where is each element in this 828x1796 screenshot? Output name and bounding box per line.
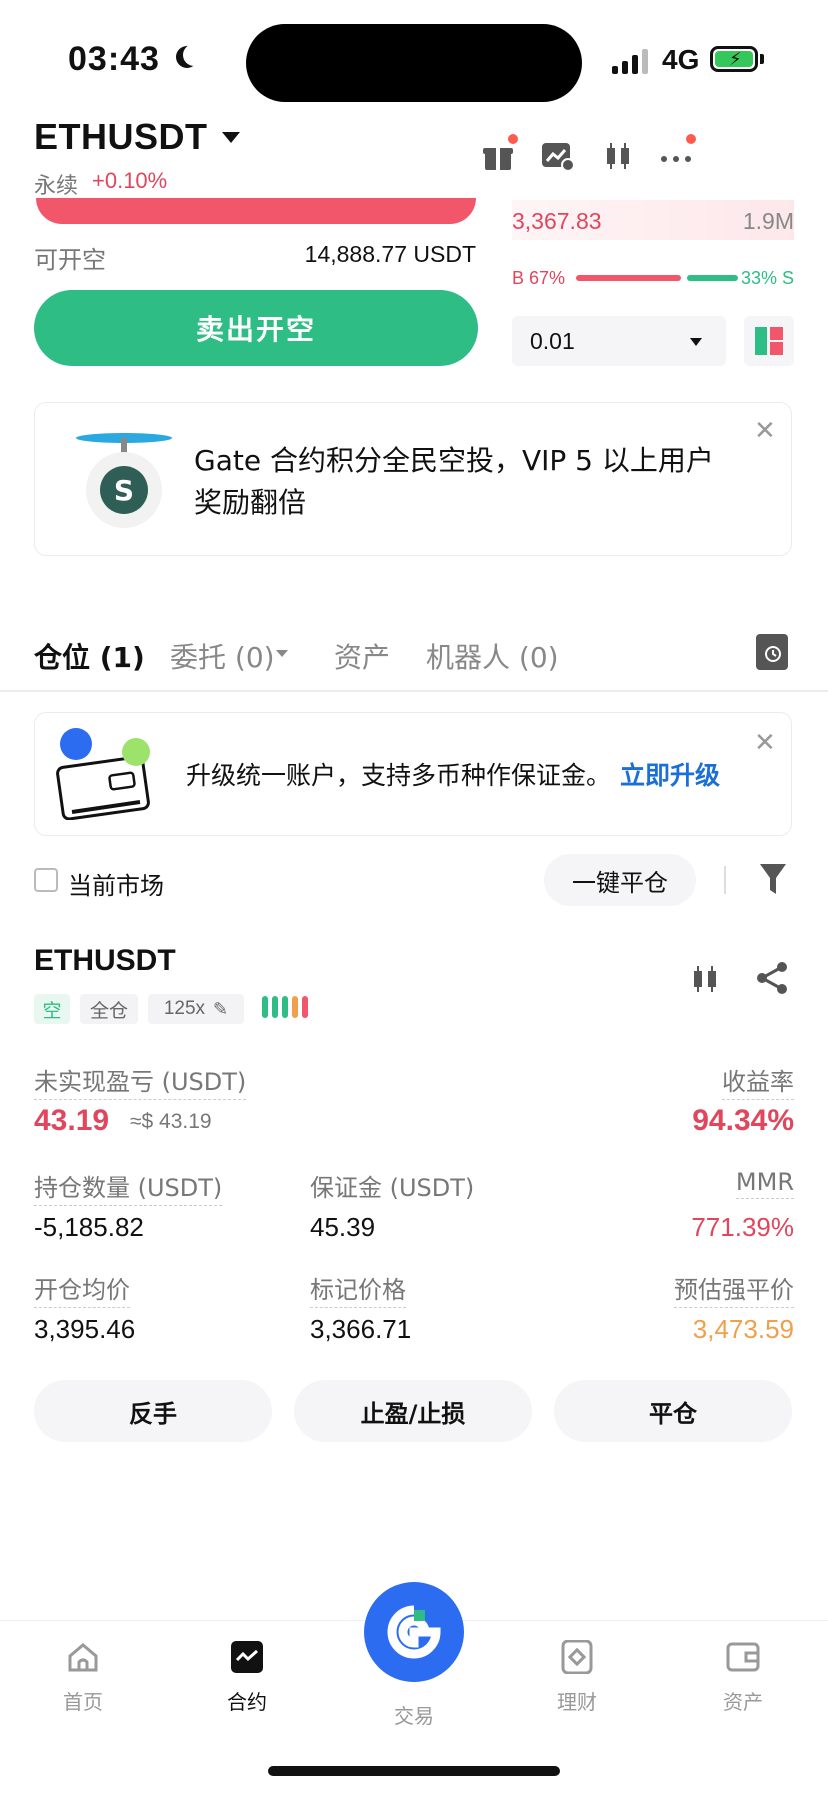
close-all-button[interactable]: 一键平仓 — [544, 854, 696, 906]
tab-orders[interactable]: 委托 (0) — [170, 636, 275, 676]
mmr-label: MMR — [735, 1168, 794, 1199]
gift-icon[interactable] — [478, 134, 518, 176]
unrealized-pnl-value: 43.19 — [34, 1104, 110, 1137]
mark-price-label: 标记价格 — [310, 1270, 406, 1308]
nav-finance-label: 理财 — [557, 1690, 597, 1714]
edit-pencil-icon: ✎ — [213, 998, 229, 1019]
close-icon[interactable]: ✕ — [754, 728, 776, 758]
status-time: 03:43 — [68, 40, 160, 78]
finance-icon — [561, 1640, 593, 1674]
contract-type: 永续 — [34, 174, 79, 199]
nav-finance[interactable]: 理财 — [522, 1640, 632, 1715]
dynamic-island — [246, 24, 582, 102]
roe-label: 收益率 — [722, 1062, 794, 1100]
depth-precision-value: 0.01 — [530, 328, 575, 354]
candlestick-icon[interactable] — [598, 136, 638, 176]
current-market-checkbox[interactable] — [34, 868, 58, 892]
margin-value: 45.39 — [310, 1212, 376, 1242]
mark-price-value: 3,366.71 — [310, 1314, 412, 1344]
liq-price-label: 预估强平价 — [674, 1270, 794, 1308]
futures-icon — [231, 1641, 263, 1673]
share-icon[interactable] — [754, 960, 790, 1000]
tp-sl-button[interactable]: 止盈/止损 — [294, 1380, 532, 1442]
size-value: -5,185.82 — [34, 1212, 144, 1242]
tab-assets[interactable]: 资产 — [334, 636, 390, 676]
reverse-button[interactable]: 反手 — [34, 1380, 272, 1442]
gate-logo-icon — [387, 1605, 441, 1659]
size-label: 持仓数量 (USDT) — [34, 1168, 223, 1206]
airdrop-mascot-icon: S — [64, 428, 184, 534]
sell-short-button[interactable]: 卖出开空 — [34, 290, 478, 366]
pair-selector[interactable]: ETHUSDT — [34, 116, 208, 158]
candlestick-icon[interactable] — [688, 962, 722, 1000]
nav-trade-label: 交易 — [394, 1704, 434, 1728]
nav-futures[interactable]: 合约 — [192, 1640, 302, 1715]
orderbook-volume: 1.9M — [742, 208, 794, 234]
separator — [724, 866, 726, 894]
chevron-down-icon[interactable] — [276, 650, 288, 657]
signal-icon — [612, 48, 652, 74]
battery-tip — [760, 54, 764, 64]
roe-value: 94.34% — [692, 1104, 794, 1137]
nav-home[interactable]: 首页 — [28, 1640, 138, 1715]
liq-price-value: 3,473.59 — [692, 1314, 794, 1344]
sell-ratio-bar — [687, 275, 738, 281]
unrealized-pnl-approx: ≈$ 43.19 — [130, 1110, 212, 1133]
entry-price-label: 开仓均价 — [34, 1270, 130, 1308]
available-label: 可开空 — [34, 246, 106, 274]
entry-price-value: 3,395.46 — [34, 1314, 136, 1344]
price-bar — [36, 198, 476, 224]
side-tag: 空 — [34, 994, 70, 1024]
upgrade-link[interactable]: 立即升级 — [620, 756, 720, 792]
position-pair[interactable]: ETHUSDT — [34, 944, 176, 978]
wallet-icon — [726, 1642, 760, 1672]
sell-ratio-label: 33% S — [740, 268, 794, 288]
home-indicator — [268, 1766, 560, 1776]
mmr-value: 771.39% — [691, 1212, 794, 1242]
unrealized-pnl-label: 未实现盈亏 (USDT) — [34, 1062, 247, 1100]
risk-level-indicator — [262, 996, 308, 1018]
tabs-divider — [0, 690, 828, 692]
available-value: 14,888.77 USDT — [304, 241, 476, 267]
wallet-illustration-icon — [54, 728, 164, 824]
chart-settings-icon[interactable] — [538, 136, 578, 176]
tab-positions[interactable]: 仓位 (1) — [34, 636, 145, 676]
nav-assets[interactable]: 资产 — [688, 1640, 798, 1715]
battery-icon: ⚡ — [710, 46, 758, 72]
more-icon[interactable] — [656, 134, 696, 176]
leverage-tag[interactable]: 125x ✎ — [148, 994, 244, 1024]
margin-mode-tag: 全仓 — [80, 994, 138, 1024]
trade-button[interactable] — [364, 1582, 464, 1682]
buy-ratio-bar — [576, 275, 681, 281]
history-document-icon[interactable] — [756, 634, 788, 670]
network-label: 4G — [662, 44, 700, 75]
upgrade-text: 升级统一账户，支持多币种作保证金。 — [186, 761, 612, 790]
close-position-button[interactable]: 平仓 — [554, 1380, 792, 1442]
moon-icon — [183, 44, 205, 66]
margin-label: 保证金 (USDT) — [310, 1174, 475, 1202]
current-market-label: 当前市场 — [68, 872, 164, 900]
svg-text:S: S — [114, 474, 134, 507]
promo-text: Gate 合约积分全民空投，VIP 5 以上用户奖励翻倍 — [194, 444, 714, 519]
nav-assets-label: 资产 — [723, 1690, 763, 1714]
filter-icon[interactable] — [758, 862, 788, 900]
price-change: +0.10% — [92, 168, 168, 193]
nav-home-label: 首页 — [63, 1690, 103, 1714]
chevron-down-icon[interactable] — [222, 132, 240, 143]
leverage-value: 125x — [163, 998, 206, 1019]
tab-bots[interactable]: 机器人 (0) — [426, 636, 559, 676]
buy-ratio-label: B 67% — [512, 268, 566, 288]
orderbook-price: 3,367.83 — [512, 208, 602, 234]
orderbook-layout-button[interactable] — [744, 316, 794, 366]
nav-futures-label: 合约 — [227, 1690, 267, 1714]
chevron-down-icon — [690, 338, 702, 346]
home-icon — [68, 1643, 98, 1672]
close-icon[interactable]: ✕ — [754, 416, 776, 446]
